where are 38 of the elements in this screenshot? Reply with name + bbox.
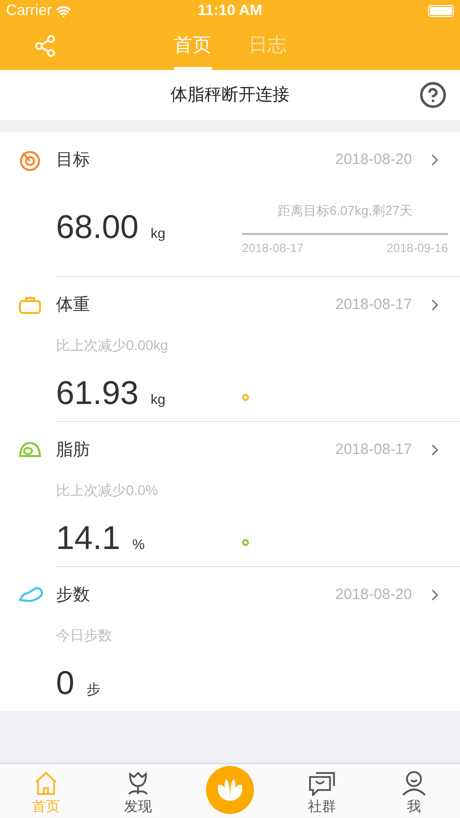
section-date: 2018-08-20	[335, 150, 412, 170]
carrier-label: Carrier	[6, 0, 52, 21]
section-title: 步数	[56, 584, 90, 606]
status-time: 11:10 AM	[198, 0, 262, 21]
metric-value: 61.93	[56, 373, 139, 413]
unit-label: kg	[150, 224, 166, 244]
chat-icon	[308, 770, 336, 796]
change-note: 今日步数	[56, 626, 113, 645]
section-title: 脂肪	[56, 439, 90, 462]
section-date: 2018-08-20	[335, 584, 412, 605]
help-icon[interactable]	[419, 81, 447, 109]
tab-bar-item[interactable]: 发现	[92, 764, 184, 818]
metric-value: 14.1	[56, 518, 120, 558]
fat-icon	[18, 440, 42, 460]
section-title: 体重	[56, 294, 90, 316]
section-date: 2018-08-17	[335, 294, 412, 315]
tab-bar-item[interactable]: 我	[368, 764, 460, 818]
section-title: 目标	[56, 149, 90, 172]
target-icon	[18, 148, 42, 172]
wifi-icon	[56, 4, 71, 18]
weight-icon	[18, 295, 42, 315]
goal-value: 68.00	[56, 207, 139, 248]
goal-note: 距离目标6.07kg,剩27天	[276, 202, 414, 220]
battery-icon	[428, 5, 454, 17]
unit-label: 步	[86, 680, 100, 699]
connection-status: 体脂秤断开连接	[170, 84, 290, 106]
user-icon	[401, 770, 427, 796]
start-date: 2018-08-17	[242, 240, 304, 258]
shoe-icon	[18, 586, 44, 604]
change-note: 比上次减少0.0%	[56, 481, 159, 500]
metric-value: 0	[56, 663, 74, 703]
change-note: 比上次减少0.00kg	[56, 336, 170, 355]
unit-label: kg	[150, 390, 166, 409]
tab-bar-item[interactable]: 社群	[276, 764, 368, 818]
section-date: 2018-08-17	[335, 440, 412, 460]
end-date: 2018-09-16	[386, 240, 448, 258]
home-icon	[33, 770, 59, 796]
unit-label: %	[132, 535, 145, 554]
